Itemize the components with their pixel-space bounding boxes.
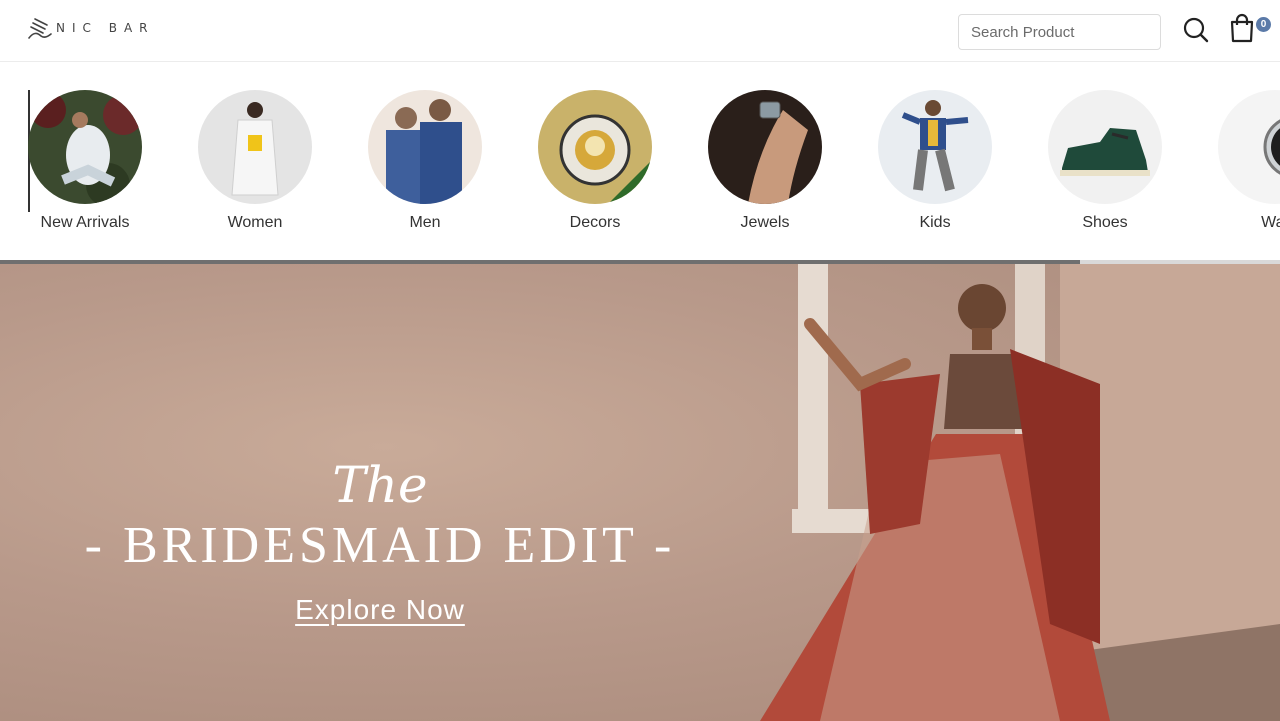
category-shoes[interactable]: Shoes: [1020, 90, 1190, 232]
logo-text: NIC BAR: [56, 21, 155, 35]
category-label: Shoes: [1082, 214, 1128, 231]
category-image: [28, 90, 142, 204]
category-label: Kids: [919, 214, 951, 231]
category-image: [198, 90, 312, 204]
category-image: [1218, 90, 1280, 204]
site-header: NIC BAR 0: [0, 0, 1280, 62]
category-image: [368, 90, 482, 204]
hero-banner[interactable]: The - BRIDESMAID EDIT - Explore Now: [0, 264, 1280, 721]
category-men[interactable]: Men: [340, 90, 510, 232]
category-image: [708, 90, 822, 204]
category-women[interactable]: Women: [170, 90, 340, 232]
explore-now-link[interactable]: Explore Now: [0, 594, 760, 626]
brand-logo[interactable]: NIC BAR: [27, 16, 155, 40]
category-image: [538, 90, 652, 204]
hero-title: - BRIDESMAID EDIT -: [84, 517, 676, 574]
category-label: New Arrivals: [40, 214, 130, 231]
category-kids[interactable]: Kids: [850, 90, 1020, 232]
explore-now-label: Explore Now: [295, 594, 465, 625]
category-new-arrivals[interactable]: New Arrivals: [0, 90, 170, 232]
category-decors[interactable]: Decors: [510, 90, 680, 232]
category-label: Women: [227, 214, 283, 231]
search-input[interactable]: [958, 14, 1161, 50]
category-label: Jewels: [740, 214, 790, 231]
hero-title-small: The: [332, 456, 428, 514]
category-image: [878, 90, 992, 204]
category-image: [1048, 90, 1162, 204]
category-label: Decors: [569, 214, 621, 231]
category-label: Wat: [1261, 214, 1280, 231]
shopping-bag-icon[interactable]: [1228, 13, 1256, 43]
category-jewels[interactable]: Jewels: [680, 90, 850, 232]
logo-mark-icon: [28, 18, 52, 39]
cart-count-badge: 0: [1256, 17, 1271, 32]
category-watches[interactable]: Wat: [1190, 90, 1280, 232]
search-icon[interactable]: [1182, 16, 1210, 44]
category-label: Men: [409, 214, 441, 231]
category-carousel: New Arrivals Women Men Decors Jewels Kid…: [0, 62, 1280, 260]
